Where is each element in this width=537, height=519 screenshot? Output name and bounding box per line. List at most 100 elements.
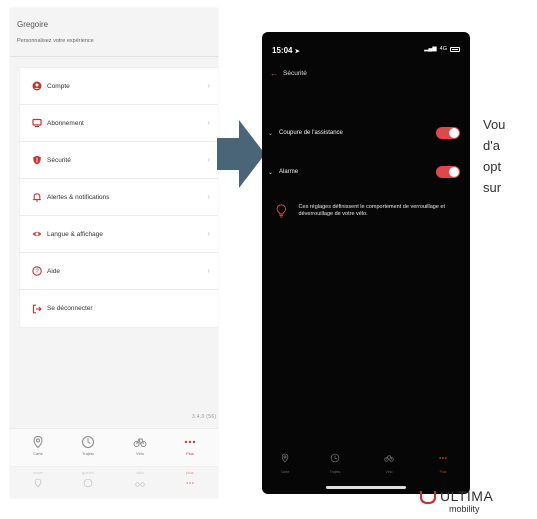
ghost-tab-label: plus bbox=[186, 470, 194, 475]
phone-tab-carte[interactable]: Carte bbox=[270, 450, 300, 474]
clock-icon bbox=[330, 453, 340, 463]
lightbulb-icon bbox=[276, 204, 286, 218]
ghost-tab-label: cover bbox=[33, 470, 43, 475]
location-arrow-icon: ➤ bbox=[294, 49, 300, 55]
page-title: Sécurité bbox=[283, 70, 307, 77]
user-name: Gregoire bbox=[17, 20, 49, 29]
chevron-down-icon: ⌄ bbox=[268, 169, 274, 176]
battery-icon bbox=[450, 46, 460, 52]
toggle-knob bbox=[449, 167, 459, 177]
phone-tab-label: Vélo bbox=[385, 470, 393, 474]
network-label: 4G bbox=[439, 46, 447, 52]
status-time: 15:04 ➤ bbox=[272, 46, 300, 55]
back-button[interactable]: ← Sécurité bbox=[270, 69, 307, 78]
chevron-right-icon: › bbox=[207, 155, 210, 164]
logout-icon bbox=[32, 304, 42, 314]
setting-label: Alarme bbox=[279, 169, 299, 175]
signal-icon: ▂▄▆ bbox=[424, 46, 437, 52]
menu-label: Sécurité bbox=[47, 156, 71, 164]
chevron-right-icon: › bbox=[207, 118, 210, 127]
phone-tab-trajets[interactable]: Trajets bbox=[320, 450, 350, 474]
tab-velo[interactable]: Vélo bbox=[120, 435, 160, 456]
bike-icon bbox=[384, 455, 394, 462]
user-subtitle: Personnalisez votre expérience bbox=[17, 38, 94, 44]
side-text-line: opt bbox=[483, 159, 502, 174]
menu-label: Aide bbox=[47, 267, 61, 275]
tab-trajets[interactable]: Trajets bbox=[68, 435, 108, 456]
more-icon bbox=[184, 440, 196, 444]
user-icon bbox=[32, 81, 42, 91]
map-pin-icon bbox=[33, 435, 43, 449]
menu-label: Langue & affichage bbox=[47, 230, 103, 238]
phone-tab-label: Trajets bbox=[329, 470, 341, 474]
ultima-logo: ULTIMA bbox=[418, 486, 493, 506]
setting-label: Coupure de l'assistance bbox=[279, 130, 343, 136]
tab-label: Plus bbox=[186, 451, 194, 456]
toggle-knob bbox=[449, 128, 459, 138]
ghost-tab: guides bbox=[68, 470, 108, 493]
chevron-right-icon: › bbox=[207, 266, 210, 275]
info-block: Ces réglages définissent le comportement… bbox=[276, 204, 462, 220]
ghost-tab: cover bbox=[18, 470, 58, 493]
chevron-right-icon: › bbox=[207, 192, 210, 201]
setting-alarme: ⌄ Alarme bbox=[268, 164, 460, 180]
more-icon bbox=[439, 457, 447, 459]
menu-label: Abonnement bbox=[47, 119, 84, 127]
logo-mark-icon bbox=[419, 491, 437, 505]
phone-tab-label: Carte bbox=[280, 470, 290, 474]
map-pin-icon bbox=[34, 478, 42, 488]
phone-tab-velo[interactable]: Vélo bbox=[374, 450, 404, 474]
help-icon: ? bbox=[32, 266, 42, 276]
menu-item-compte[interactable]: Compte › bbox=[20, 68, 218, 105]
ghost-tab-bar: cover guides vélo plus bbox=[10, 466, 218, 498]
chevron-down-icon: ⌄ bbox=[268, 130, 274, 137]
more-icon bbox=[186, 482, 194, 484]
menu-item-alertes[interactable]: Alertes & notifications › bbox=[20, 179, 218, 216]
status-time-text: 15:04 bbox=[272, 46, 293, 55]
home-indicator bbox=[326, 486, 406, 489]
chevron-right-icon: › bbox=[207, 229, 210, 238]
bike-icon bbox=[133, 438, 147, 447]
side-text-line: d'a bbox=[483, 138, 500, 153]
map-pin-icon bbox=[281, 453, 289, 463]
transition-arrow-icon bbox=[217, 120, 265, 188]
menu-item-deconnexion[interactable]: Se déconnecter bbox=[20, 290, 218, 327]
ghost-tab: vélo bbox=[120, 470, 160, 493]
ghost-tab-label: vélo bbox=[136, 470, 144, 475]
side-text-line: Vou bbox=[483, 117, 506, 132]
menu-item-aide[interactable]: ? Aide › bbox=[20, 253, 218, 290]
tab-carte[interactable]: Carte bbox=[18, 435, 58, 456]
menu-label: Compte bbox=[47, 82, 70, 90]
menu-item-abonnement[interactable]: Abonnement › bbox=[20, 105, 218, 142]
side-description-text: Vou d'a opt sur bbox=[483, 114, 537, 198]
status-indicators: ▂▄▆ 4G bbox=[424, 46, 460, 52]
alarm-toggle[interactable] bbox=[436, 166, 460, 178]
chevron-right-icon: › bbox=[207, 81, 210, 90]
settings-menu: Compte › Abonnement › Sécurité › Alertes… bbox=[20, 68, 218, 327]
info-text: Ces réglages définissent le comportement… bbox=[298, 204, 445, 217]
version-label: 3.4.0 (56) bbox=[192, 414, 217, 420]
menu-item-securite[interactable]: Sécurité › bbox=[20, 142, 218, 179]
logo-subtitle: mobility bbox=[449, 504, 480, 514]
eye-icon bbox=[32, 229, 42, 239]
tab-label: Trajets bbox=[81, 451, 95, 456]
phone-tab-plus[interactable]: Plus bbox=[428, 450, 458, 474]
tab-plus[interactable]: Plus bbox=[170, 435, 210, 456]
logo-wordmark: ULTIMA bbox=[440, 488, 494, 504]
monitor-icon bbox=[32, 118, 42, 128]
side-text-line: sur bbox=[483, 180, 502, 195]
assistance-toggle[interactable] bbox=[436, 127, 460, 139]
back-arrow-icon: ← bbox=[270, 69, 278, 78]
ghost-tab: plus bbox=[170, 470, 210, 493]
tab-label: Carte bbox=[33, 451, 43, 456]
tab-label: Vélo bbox=[135, 451, 144, 456]
menu-label: Alertes & notifications bbox=[47, 193, 110, 201]
phone-tab-label: Plus bbox=[439, 470, 447, 474]
ghost-tab-label: guides bbox=[82, 470, 94, 475]
shield-icon bbox=[32, 155, 42, 165]
menu-item-langue[interactable]: Langue & affichage › bbox=[20, 216, 218, 253]
light-settings-screen: Gregoire Personnalisez votre expérience … bbox=[10, 8, 218, 498]
divider bbox=[10, 56, 218, 57]
bike-icon bbox=[135, 482, 145, 487]
tab-bar: Carte Trajets Vélo Plus bbox=[10, 428, 218, 466]
